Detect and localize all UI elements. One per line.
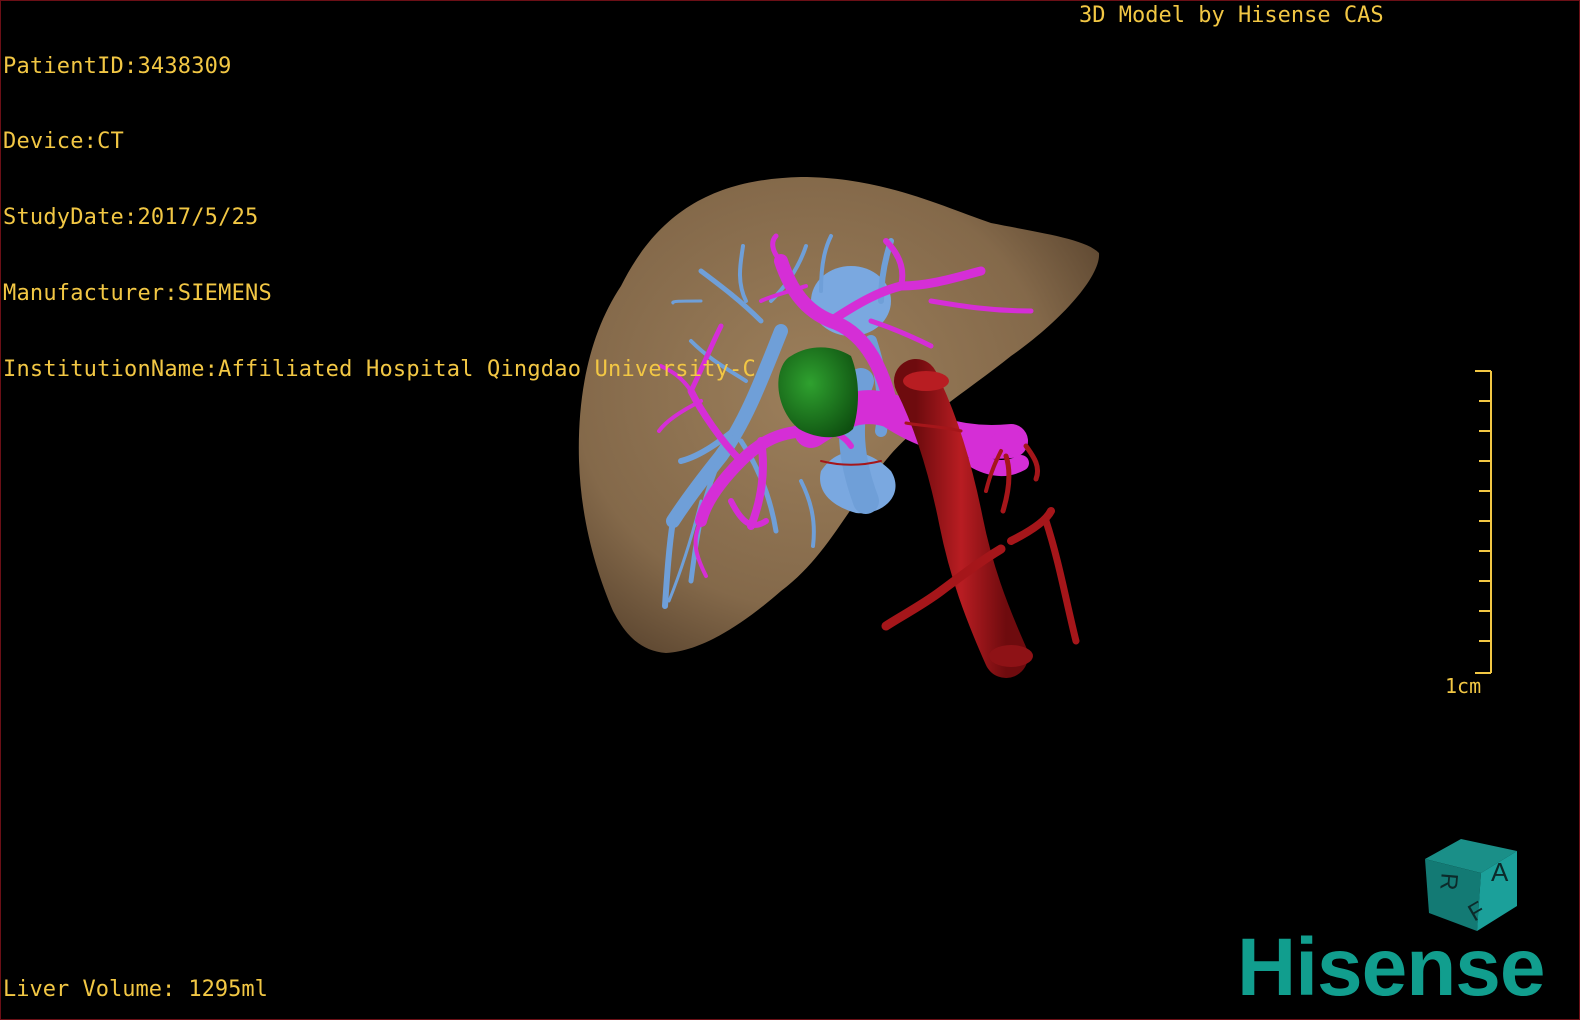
3d-viewport[interactable]: A R F PatientID:3438309 Device:CT StudyD… xyxy=(0,0,1580,1020)
institution-text: InstitutionName:Affiliated Hospital Qing… xyxy=(3,357,756,383)
manufacturer-text: Manufacturer:SIEMENS xyxy=(3,281,272,307)
model-brand-label: 3D Model by Hisense CAS xyxy=(1079,3,1384,28)
orientation-cube[interactable]: A R F xyxy=(1425,839,1517,931)
scale-bar xyxy=(1475,370,1492,674)
cube-face-a-label: A xyxy=(1491,857,1509,887)
hisense-logo: Hisense xyxy=(1237,922,1546,1013)
patient-id-text: PatientID:3438309 xyxy=(3,53,232,79)
scale-bar-label: 1cm xyxy=(1445,674,1482,698)
liver-volume-text: Liver Volume: 1295ml xyxy=(3,977,268,1002)
dicom-info-overlay: PatientID:3438309 Device:CT StudyDate:20… xyxy=(3,3,756,433)
cube-face-r-label: R xyxy=(1434,872,1462,892)
study-date-text: StudyDate:2017/5/25 xyxy=(3,205,259,231)
device-text: Device:CT xyxy=(3,129,125,155)
